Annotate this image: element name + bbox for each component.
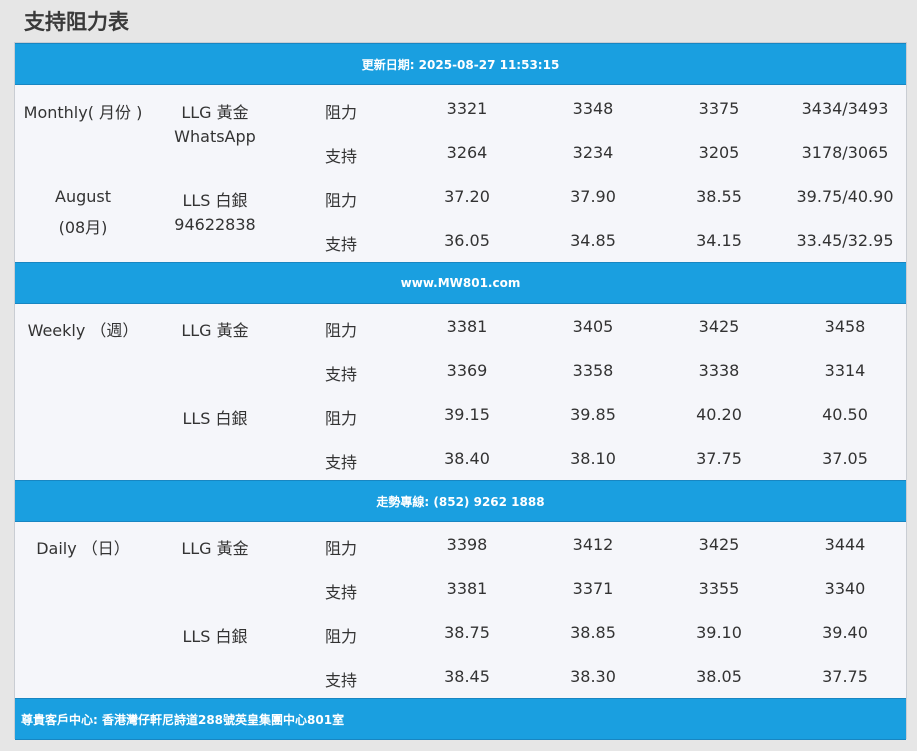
daily-gold-label: LLG 黃金 [181,539,249,558]
level-3-cell: 3338 [698,361,740,380]
weekly-period-label: Weekly （週） [27,321,139,340]
level-3-cell: 3355 [698,579,740,598]
level-3-cell: 3375 [698,99,740,118]
row-type-cell: 支持 [324,235,358,254]
address-banner: 尊貴客戶中心: 香港灣仔軒尼詩道288號英皇集團中心801室 [15,698,906,740]
row-type-cell: 支持 [324,453,358,472]
hotline-banner: 走勢專線: (852) 9262 1888 [15,480,906,522]
level-1-cell: 37.20 [444,187,490,206]
level-2-cell: 37.90 [570,187,616,206]
level-4-cell: 3178/3065 [801,143,889,162]
daily-period-label: Daily （日） [36,539,130,558]
level-1-cell: 39.15 [444,405,490,424]
level-4-cell: 37.05 [822,449,868,468]
level-2-cell: 3358 [572,361,614,380]
row-type-cell: 支持 [324,365,358,384]
level-2-cell: 38.10 [570,449,616,468]
level-4-cell: 3458 [824,317,866,336]
level-1-cell: 3369 [446,361,488,380]
level-3-cell: 3205 [698,143,740,162]
row-type-cell: 阻力 [324,627,358,646]
level-2-cell: 3405 [572,317,614,336]
monthly-gold-label: LLG 黃金 [181,103,249,122]
page-title: 支持阻力表 [24,10,129,34]
level-1-cell: 38.75 [444,623,490,642]
level-1-cell: 3264 [446,143,488,162]
level-4-cell: 40.50 [822,405,868,424]
weekly-silver-label: LLS 白銀 [182,409,248,428]
row-type-cell: 阻力 [324,103,358,122]
level-4-cell: 39.40 [822,623,868,642]
level-3-cell: 38.05 [696,667,742,686]
level-1-cell: 3381 [446,317,488,336]
monthly-month-number: (08月) [58,218,108,237]
support-resistance-table: 更新日期: 2025-08-27 11:53:15 Monthly( 月份 ) … [14,42,907,740]
weekly-gold-label: LLG 黃金 [181,321,249,340]
level-3-cell: 3425 [698,535,740,554]
level-2-cell: 38.30 [570,667,616,686]
level-2-cell: 3348 [572,99,614,118]
level-3-cell: 39.10 [696,623,742,642]
monthly-silver-label: LLS 白銀 [182,191,248,210]
level-2-cell: 39.85 [570,405,616,424]
level-4-cell: 3444 [824,535,866,554]
row-type-cell: 支持 [324,671,358,690]
row-type-cell: 阻力 [324,409,358,428]
monthly-period-label: Monthly( 月份 ) [23,103,143,122]
row-type-cell: 支持 [324,583,358,602]
level-3-cell: 37.75 [696,449,742,468]
level-4-cell: 3340 [824,579,866,598]
row-type-cell: 阻力 [324,191,358,210]
whatsapp-number: 94622838 [174,215,256,234]
level-2-cell: 38.85 [570,623,616,642]
update-date-banner: 更新日期: 2025-08-27 11:53:15 [15,43,906,85]
monthly-month-label: August [55,187,111,206]
level-4-cell: 33.45/32.95 [796,231,894,250]
level-4-cell: 3434/3493 [801,99,889,118]
level-1-cell: 36.05 [444,231,490,250]
level-1-cell: 3321 [446,99,488,118]
level-4-cell: 37.75 [822,667,868,686]
level-3-cell: 40.20 [696,405,742,424]
whatsapp-label: WhatsApp [174,127,256,146]
level-2-cell: 3234 [572,143,614,162]
level-1-cell: 38.45 [444,667,490,686]
level-1-cell: 3398 [446,535,488,554]
level-3-cell: 3425 [698,317,740,336]
website-banner: www.MW801.com [15,262,906,304]
daily-silver-label: LLS 白銀 [182,627,248,646]
row-type-cell: 阻力 [324,539,358,558]
level-3-cell: 38.55 [696,187,742,206]
row-type-cell: 阻力 [324,321,358,340]
level-2-cell: 3371 [572,579,614,598]
level-2-cell: 3412 [572,535,614,554]
level-4-cell: 39.75/40.90 [796,187,894,206]
level-3-cell: 34.15 [696,231,742,250]
level-1-cell: 38.40 [444,449,490,468]
level-4-cell: 3314 [824,361,866,380]
level-2-cell: 34.85 [570,231,616,250]
row-type-cell: 支持 [324,147,358,166]
level-1-cell: 3381 [446,579,488,598]
